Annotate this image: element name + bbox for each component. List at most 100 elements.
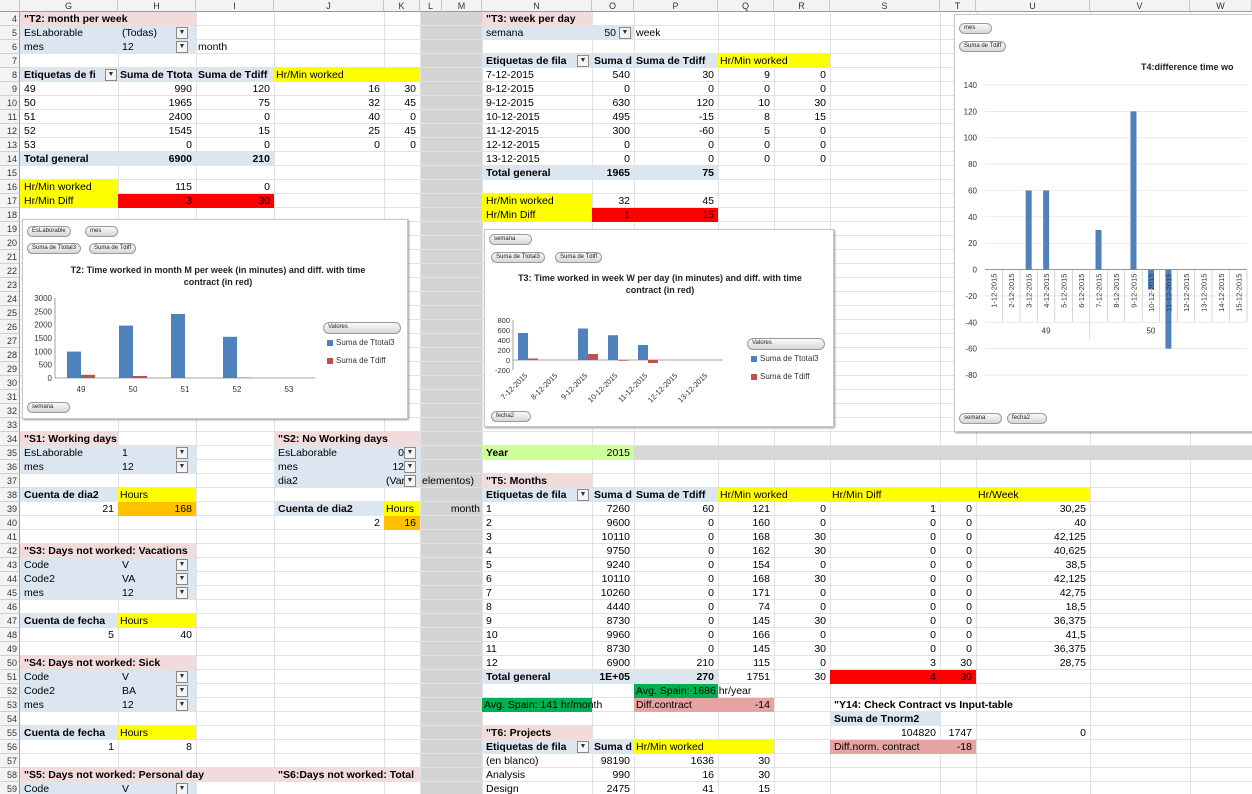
row-header[interactable]: 8 (0, 68, 20, 82)
row-header[interactable]: 53 (0, 698, 20, 712)
filter-icon[interactable]: ▼ (176, 461, 188, 473)
row-header[interactable]: 31 (0, 390, 20, 404)
col-header-w[interactable]: W (1190, 0, 1252, 12)
row-header[interactable]: 14 (0, 152, 20, 166)
chart-t3[interactable]: semana Suma de Ttotal3 Suma de Tdiff T3:… (484, 229, 834, 427)
dropdown-arrow-icon[interactable]: ▼ (577, 741, 589, 753)
row-header[interactable]: 25 (0, 306, 20, 320)
row-header[interactable]: 17 (0, 194, 20, 208)
filter-icon[interactable]: ▼ (176, 559, 188, 571)
row-header[interactable]: 46 (0, 600, 20, 614)
filter-icon[interactable]: ▼ (404, 461, 416, 473)
filter-icon[interactable]: ▼ (619, 27, 631, 39)
col-header-g[interactable]: G (20, 0, 118, 12)
row-header[interactable]: 35 (0, 446, 20, 460)
row-header[interactable]: 37 (0, 474, 20, 488)
row-header[interactable]: 24 (0, 292, 20, 306)
row-header[interactable]: 50 (0, 656, 20, 670)
row-header[interactable]: 29 (0, 362, 20, 376)
dropdown-arrow-icon[interactable]: ▼ (105, 69, 117, 81)
t3-header-labels[interactable]: Etiquetas de fila (482, 54, 592, 68)
pill-suma-tdiff-t3[interactable]: Suma de Tdiff (555, 252, 603, 263)
t5-header-labels[interactable]: Etiquetas de fila (482, 488, 592, 502)
row-header[interactable]: 22 (0, 264, 20, 278)
col-header-p[interactable]: P (634, 0, 718, 12)
pill-semana-t4[interactable]: semana (959, 413, 1003, 424)
row-header[interactable]: 47 (0, 614, 20, 628)
col-header-i[interactable]: I (196, 0, 274, 12)
dropdown-arrow-icon[interactable]: ▼ (577, 55, 589, 67)
row-header[interactable]: 32 (0, 404, 20, 418)
row-header[interactable]: 58 (0, 768, 20, 782)
pill-valores-t3[interactable]: Valores (747, 338, 825, 350)
row-header[interactable]: 38 (0, 488, 20, 502)
filter-icon[interactable]: ▼ (404, 475, 416, 487)
col-header-k[interactable]: K (384, 0, 420, 12)
row-header[interactable]: 11 (0, 110, 20, 124)
row-header[interactable]: 54 (0, 712, 20, 726)
t2-header-labels[interactable]: Etiquetas de fi (20, 68, 118, 82)
filter-icon[interactable]: ▼ (176, 699, 188, 711)
pill-fecha2-t3[interactable]: fecha2 (491, 411, 532, 422)
filter-icon[interactable]: ▼ (176, 447, 188, 459)
row-header[interactable]: 39 (0, 502, 20, 516)
row-header[interactable]: 16 (0, 180, 20, 194)
pill-fecha2-t4[interactable]: fecha2 (1007, 413, 1048, 424)
dropdown-arrow-icon[interactable]: ▼ (176, 27, 188, 39)
pill-mes[interactable]: mes (85, 226, 119, 237)
col-header-q[interactable]: Q (718, 0, 774, 12)
row-header[interactable]: 28 (0, 348, 20, 362)
row-header[interactable]: 4 (0, 12, 20, 26)
row-header[interactable]: 55 (0, 726, 20, 740)
row-header[interactable]: 43 (0, 558, 20, 572)
row-header[interactable]: 7 (0, 54, 20, 68)
filter-icon[interactable]: ▼ (176, 783, 188, 794)
row-header[interactable]: 51 (0, 670, 20, 684)
row-header[interactable]: 15 (0, 166, 20, 180)
chart-t4[interactable]: mes Suma de Tdiff T4:difference time wo … (954, 14, 1252, 432)
year-value[interactable]: 2015 (592, 446, 634, 460)
pill-semana[interactable]: semana (27, 402, 71, 413)
row-header[interactable]: 26 (0, 320, 20, 334)
col-header-r[interactable]: R (774, 0, 830, 12)
row-header[interactable]: 20 (0, 236, 20, 250)
row-header[interactable]: 23 (0, 278, 20, 292)
row-header[interactable]: 36 (0, 460, 20, 474)
row-header[interactable]: 12 (0, 124, 20, 138)
row-header[interactable]: 57 (0, 754, 20, 768)
col-header-m[interactable]: M (442, 0, 482, 12)
row-header[interactable]: 9 (0, 82, 20, 96)
col-header-l[interactable]: L (420, 0, 442, 12)
pill-mes-t4[interactable]: mes (959, 23, 993, 34)
row-header[interactable]: 56 (0, 740, 20, 754)
row-header[interactable]: 41 (0, 530, 20, 544)
pill-eslaborable[interactable]: EsLaborable (27, 226, 71, 237)
row-header[interactable]: 6 (0, 40, 20, 54)
col-header-s[interactable]: S (830, 0, 940, 12)
col-header-j[interactable]: J (274, 0, 384, 12)
row-header[interactable]: 44 (0, 572, 20, 586)
row-header[interactable]: 30 (0, 376, 20, 390)
pill-valores[interactable]: Valores (323, 322, 401, 334)
filter-icon[interactable]: ▼ (176, 41, 188, 53)
pill-semana-t3[interactable]: semana (489, 234, 533, 245)
col-header-o[interactable]: O (592, 0, 634, 12)
row-header[interactable]: 33 (0, 418, 20, 432)
pill-suma-tdiff-t4[interactable]: Suma de Tdiff (959, 41, 1007, 52)
row-header[interactable]: 42 (0, 544, 20, 558)
filter-icon[interactable]: ▼ (176, 573, 188, 585)
row-header[interactable]: 34 (0, 432, 20, 446)
row-header[interactable]: 59 (0, 782, 20, 794)
col-header-v[interactable]: V (1090, 0, 1190, 12)
t6-header-labels[interactable]: Etiquetas de fila (482, 740, 592, 754)
col-header-u[interactable]: U (976, 0, 1090, 12)
row-header[interactable]: 21 (0, 250, 20, 264)
row-header[interactable]: 10 (0, 96, 20, 110)
pill-suma-ttotal3[interactable]: Suma de Ttotal3 (27, 243, 81, 254)
row-header[interactable]: 27 (0, 334, 20, 348)
select-all-corner[interactable] (0, 0, 20, 12)
filter-icon[interactable]: ▼ (176, 671, 188, 683)
chart-t2[interactable]: EsLaborable mes Suma de Ttotal3 Suma de … (22, 219, 408, 419)
row-header[interactable]: 48 (0, 628, 20, 642)
filter-icon[interactable]: ▼ (176, 587, 188, 599)
